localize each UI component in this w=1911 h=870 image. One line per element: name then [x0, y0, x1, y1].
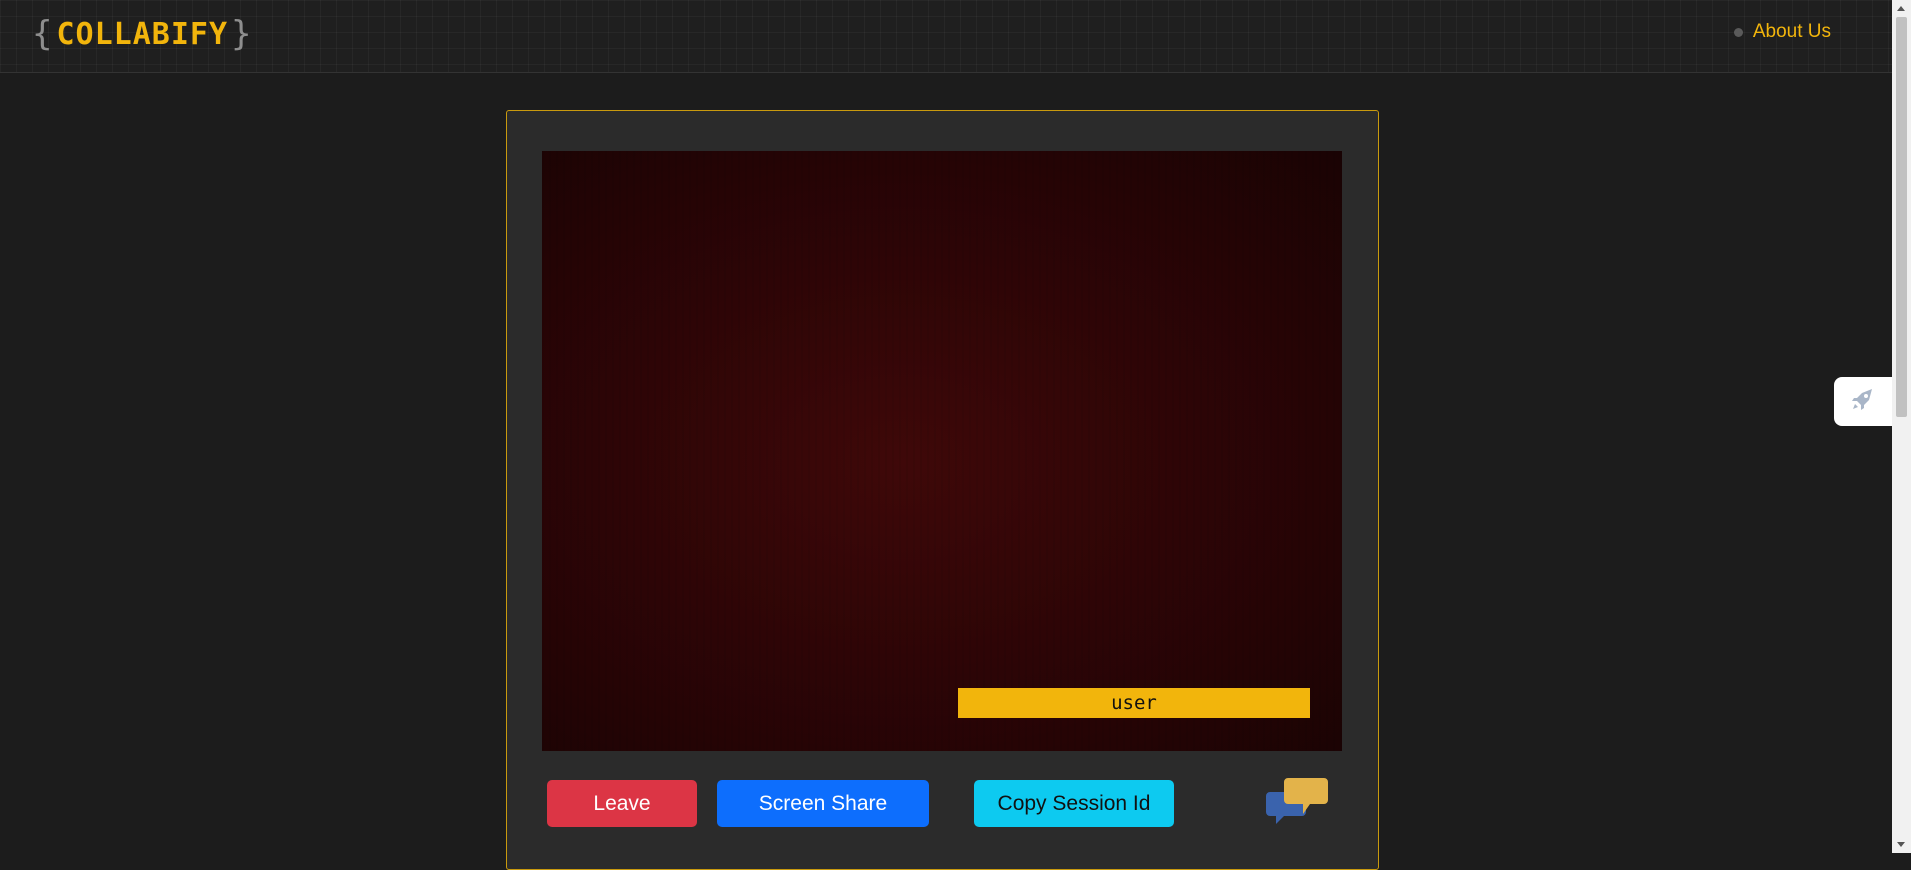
screen-share-button[interactable]: Screen Share: [717, 780, 929, 827]
rocket-icon: [1850, 386, 1876, 417]
participant-name-tag: user: [958, 688, 1310, 718]
video-feed: [542, 151, 1342, 751]
scroll-thumb[interactable]: [1896, 17, 1907, 417]
logo-open-brace: {: [32, 14, 54, 54]
rocket-side-tab[interactable]: [1834, 377, 1892, 426]
collabify-logo[interactable]: { COLLABIFY }: [32, 14, 253, 54]
logo-name: COLLABIFY: [56, 16, 229, 52]
scroll-up-arrow-icon[interactable]: [1897, 6, 1905, 11]
page-scrollbar[interactable]: [1892, 0, 1911, 853]
top-navbar: { COLLABIFY } About Us: [0, 0, 1892, 73]
scroll-down-arrow-icon[interactable]: [1897, 842, 1905, 847]
copy-session-id-button[interactable]: Copy Session Id: [974, 780, 1174, 827]
leave-button[interactable]: Leave: [547, 780, 697, 827]
logo-close-brace: }: [231, 14, 253, 54]
chat-bubbles-icon[interactable]: [1266, 774, 1330, 828]
about-us-label: About Us: [1752, 21, 1831, 42]
video-call-panel: user Leave Screen Share Copy Session Id: [506, 110, 1379, 870]
about-us-link[interactable]: About Us: [1733, 21, 1831, 43]
nav-bullet-icon: [1733, 27, 1743, 37]
